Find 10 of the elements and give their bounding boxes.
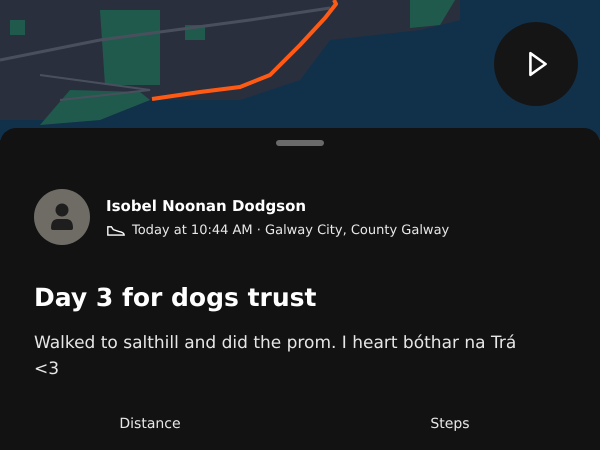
author-name: Isobel Noonan Dodgson xyxy=(106,196,308,214)
activity-description: Walked to salthill and did the prom. I heart bóthar na Trá <3 xyxy=(34,332,518,381)
avatar-icon xyxy=(34,189,90,245)
stat-label: Steps xyxy=(429,416,471,432)
shoe-icon xyxy=(106,224,126,236)
stat-label: Distance xyxy=(118,416,182,432)
activity-meta: Today at 10:44 AM · Galway City, County Galway xyxy=(132,222,450,238)
drag-handle[interactable] xyxy=(276,140,324,146)
activity-title: Day 3 for dogs trust xyxy=(34,283,318,312)
play-icon xyxy=(527,51,549,77)
